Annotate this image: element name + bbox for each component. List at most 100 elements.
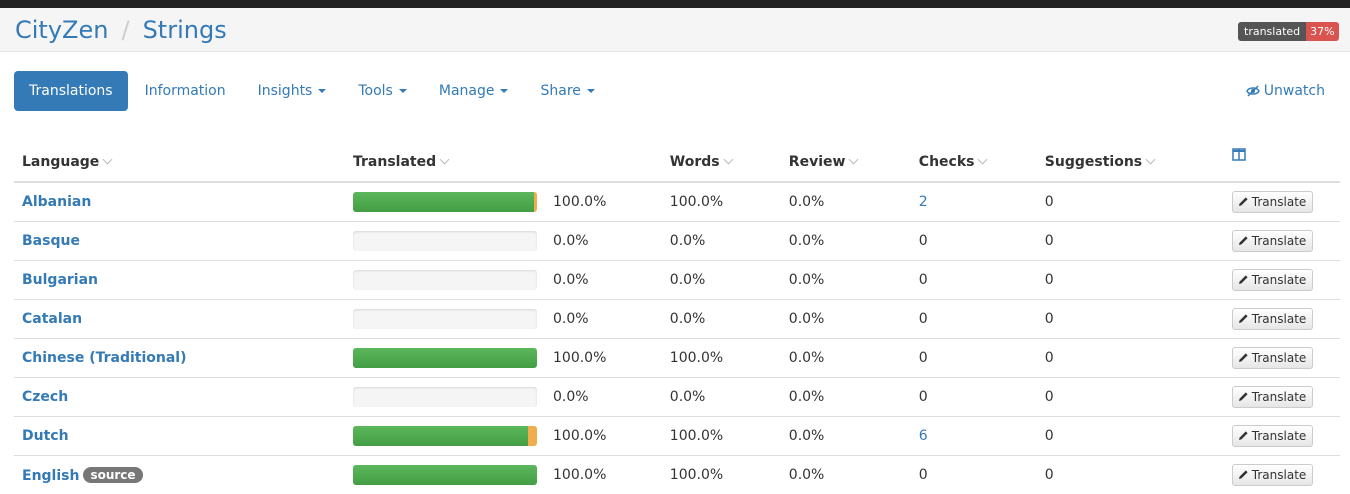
translate-button-label: Translate: [1252, 273, 1307, 287]
translate-button-label: Translate: [1252, 351, 1307, 365]
column-header-actions: [1224, 143, 1340, 182]
translate-button[interactable]: Translate: [1232, 464, 1314, 486]
tab-insights[interactable]: Insights: [243, 71, 342, 111]
pencil-icon: [1238, 430, 1249, 441]
suggestions-count: 0: [1037, 417, 1224, 456]
tab-information[interactable]: Information: [130, 71, 241, 111]
translate-button[interactable]: Translate: [1232, 308, 1314, 330]
progress-cell: [345, 222, 545, 261]
translation-progress-bar: [353, 231, 537, 251]
column-header-words[interactable]: Words: [662, 143, 781, 182]
caret-down-icon: [587, 89, 595, 93]
table-row: Englishsource100.0%100.0%0.0%00Translate: [14, 456, 1340, 494]
column-header-checks[interactable]: Checks: [911, 143, 1037, 182]
caret-down-icon: [318, 89, 326, 93]
translated-percent: 100.0%: [545, 417, 662, 456]
column-language-label: Language: [22, 154, 99, 170]
table-row: Czech0.0%0.0%0.0%00Translate: [14, 378, 1340, 417]
column-header-translated[interactable]: Translated: [345, 143, 662, 182]
table-header-row: Language Translated Words Review Checks …: [14, 143, 1340, 182]
translate-button[interactable]: Translate: [1232, 425, 1314, 447]
review-percent: 0.0%: [781, 182, 911, 222]
unwatch-button[interactable]: Unwatch: [1246, 71, 1325, 111]
pencil-icon: [1238, 313, 1249, 324]
tab-label: Information: [145, 83, 226, 99]
translated-percent: 100.0%: [545, 456, 662, 494]
source-badge: source: [83, 467, 142, 483]
sort-chevron-icon: [723, 155, 733, 165]
translation-progress-bar: [353, 387, 537, 407]
words-percent: 100.0%: [662, 182, 781, 222]
progress-cell: [345, 339, 545, 378]
translations-table: Language Translated Words Review Checks …: [14, 143, 1340, 494]
caret-down-icon: [399, 89, 407, 93]
column-header-language[interactable]: Language: [14, 143, 345, 182]
translation-progress-bar: [353, 270, 537, 290]
language-cell: Albanian: [14, 182, 345, 222]
header-bar: CityZen/Strings translated37%: [0, 8, 1350, 52]
translate-button-label: Translate: [1252, 429, 1307, 443]
review-percent: 0.0%: [781, 339, 911, 378]
suggestions-count: 0: [1037, 378, 1224, 417]
translate-button[interactable]: Translate: [1232, 347, 1314, 369]
sort-chevron-icon: [103, 155, 113, 165]
table-row: Albanian100.0%100.0%0.0%20Translate: [14, 182, 1340, 222]
tab-translations[interactable]: Translations: [14, 71, 128, 111]
pencil-icon: [1238, 469, 1249, 480]
translated-percent: 0.0%: [545, 300, 662, 339]
translate-button-label: Translate: [1252, 390, 1307, 404]
tab-label: Manage: [439, 83, 495, 99]
language-cell: Czech: [14, 378, 345, 417]
translated-percent: 100.0%: [545, 182, 662, 222]
language-link[interactable]: Basque: [22, 233, 80, 249]
translate-button[interactable]: Translate: [1232, 230, 1314, 252]
table-row: Bulgarian0.0%0.0%0.0%00Translate: [14, 261, 1340, 300]
translate-button[interactable]: Translate: [1232, 191, 1314, 213]
translate-button-label: Translate: [1252, 195, 1307, 209]
breadcrumb-component-link[interactable]: Strings: [143, 16, 227, 44]
progress-cell: [345, 182, 545, 222]
translation-progress-bar: [353, 309, 537, 329]
actions-cell: Translate: [1224, 456, 1340, 494]
column-header-review[interactable]: Review: [781, 143, 911, 182]
language-link[interactable]: Czech: [22, 389, 68, 405]
tab-tools[interactable]: Tools: [343, 71, 422, 111]
columns-icon[interactable]: [1232, 149, 1246, 165]
suggestions-count: 0: [1037, 339, 1224, 378]
eye-slash-icon: [1246, 85, 1260, 97]
translate-button[interactable]: Translate: [1232, 386, 1314, 408]
checks-link[interactable]: 2: [919, 194, 928, 210]
pencil-icon: [1238, 391, 1249, 402]
tab-share[interactable]: Share: [525, 71, 609, 111]
column-suggestions-label: Suggestions: [1045, 154, 1142, 170]
tab-manage[interactable]: Manage: [424, 71, 524, 111]
language-link[interactable]: English: [22, 468, 79, 484]
pencil-icon: [1238, 274, 1249, 285]
language-link[interactable]: Albanian: [22, 194, 91, 210]
language-link[interactable]: Chinese (Traditional): [22, 350, 187, 366]
translate-button[interactable]: Translate: [1232, 269, 1314, 291]
checks-link[interactable]: 6: [919, 428, 928, 444]
sort-chevron-icon: [849, 155, 859, 165]
pencil-icon: [1238, 235, 1249, 246]
language-cell: Bulgarian: [14, 261, 345, 300]
translate-button-label: Translate: [1252, 234, 1307, 248]
translation-progress-bar: [353, 426, 537, 446]
language-cell: Dutch: [14, 417, 345, 456]
breadcrumb-project-link[interactable]: CityZen: [15, 16, 108, 44]
actions-cell: Translate: [1224, 222, 1340, 261]
language-link[interactable]: Bulgarian: [22, 272, 98, 288]
checks-cell: 0: [911, 222, 1037, 261]
progress-failing-checks-segment: [528, 426, 537, 446]
column-header-suggestions[interactable]: Suggestions: [1037, 143, 1224, 182]
language-link[interactable]: Dutch: [22, 428, 69, 444]
suggestions-count: 0: [1037, 222, 1224, 261]
translation-progress-bar: [353, 348, 537, 368]
language-link[interactable]: Catalan: [22, 311, 82, 327]
language-cell: Basque: [14, 222, 345, 261]
translated-percent: 0.0%: [545, 378, 662, 417]
column-words-label: Words: [670, 154, 720, 170]
translated-status-badge[interactable]: translated37%: [1238, 22, 1339, 41]
words-percent: 0.0%: [662, 222, 781, 261]
progress-translated-segment: [353, 426, 528, 446]
